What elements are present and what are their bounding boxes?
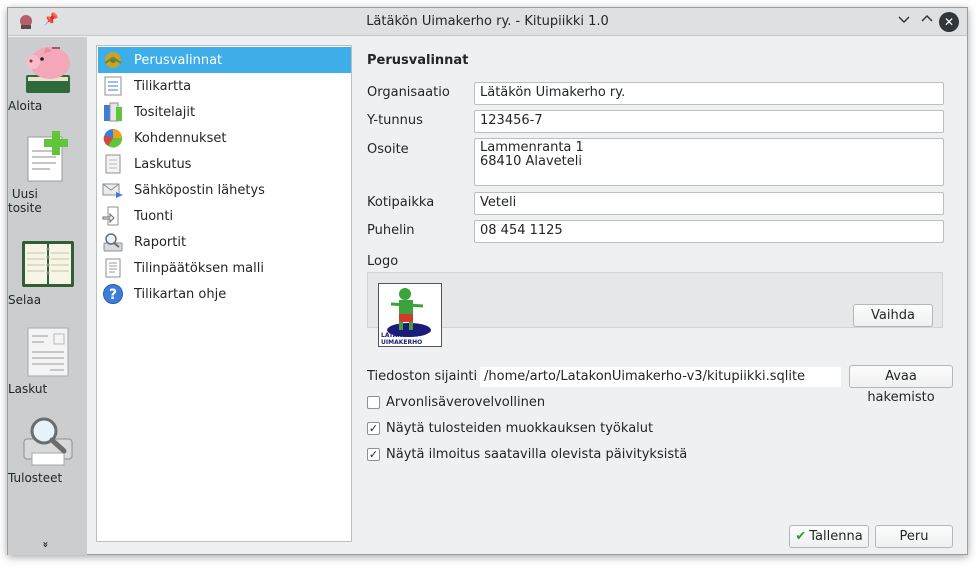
- maximize-icon[interactable]: [917, 12, 937, 32]
- nav-item-perusvalinnat[interactable]: Perusvalinnat: [98, 47, 351, 73]
- sidebar-label-selaa: Selaa: [8, 293, 42, 307]
- print-tools-checkbox-row[interactable]: ✓ Näytä tulosteiden muokkauksen työkalut: [367, 421, 653, 436]
- template-icon: [102, 257, 126, 279]
- invoice-icon: [102, 153, 126, 175]
- nav-label: Kohdennukset: [134, 130, 227, 146]
- nav-item-tilinpaatoksen-malli[interactable]: Tilinpäätöksen malli: [98, 255, 351, 281]
- phone-label: Puhelin: [367, 223, 415, 238]
- file-location-label: Tiedoston sijainti: [367, 369, 478, 384]
- nav-item-tuonti[interactable]: Tuonti: [98, 203, 351, 229]
- vat-checkbox-label: Arvonlisäverovelvollinen: [386, 395, 546, 410]
- open-folder-button[interactable]: Avaa hakemisto: [849, 365, 953, 405]
- window-title: Lätäkön Uimakerho ry. - Kitupiikki 1.0: [366, 14, 609, 29]
- city-label: Kotipaikka: [367, 195, 435, 210]
- title-bar: 📌 Lätäkön Uimakerho ry. - Kitupiikki 1.0…: [8, 8, 967, 36]
- organisation-field[interactable]: Lätäkön Uimakerho ry.: [474, 82, 944, 105]
- updates-checkbox-row[interactable]: ✓ Näytä ilmoitus saatavilla olevista päi…: [367, 447, 687, 462]
- nav-item-kohdennukset[interactable]: Kohdennukset: [98, 125, 351, 151]
- nav-item-tilikartan-ohje[interactable]: ? Tilikartan ohje: [98, 281, 351, 307]
- nav-item-tositelajit[interactable]: Tositelajit: [98, 99, 351, 125]
- city-field[interactable]: Veteli: [474, 192, 944, 215]
- address-field[interactable]: Lammenranta 1 68410 Alaveteli: [474, 138, 944, 186]
- more-chevron-icon[interactable]: »: [40, 541, 51, 547]
- help-icon: ?: [102, 283, 126, 305]
- phone-field[interactable]: 08 454 1125: [474, 220, 944, 243]
- document-types-icon: [102, 101, 126, 123]
- sidebar-label-tulosteet: Tulosteet: [8, 471, 63, 485]
- save-button[interactable]: ✔ Tallenna: [789, 525, 869, 548]
- nav-label: Tositelajit: [134, 104, 196, 120]
- vat-checkbox-row[interactable]: Arvonlisäverovelvollinen: [367, 395, 545, 410]
- sidebar-item-selaa[interactable]: Selaa: [8, 235, 87, 307]
- settings-nav-list: Perusvalinnat Tilikartta Tositelajit Koh…: [96, 45, 352, 542]
- sidebar-item-aloita[interactable]: Aloita: [8, 41, 87, 113]
- sidebar-item-tulosteet[interactable]: Tulosteet: [8, 413, 87, 485]
- logo-image: LATAKON UIMAKERHO: [378, 283, 442, 347]
- nav-item-tilikartta[interactable]: Tilikartta: [98, 73, 351, 99]
- print-tools-checkbox-label: Näytä tulosteiden muokkauksen työkalut: [386, 421, 654, 436]
- nav-item-sahkopostin-lahetys[interactable]: Sähköpostin lähetys: [98, 177, 351, 203]
- settings-panel: Perusvalinnat Organisaatio Lätäkön Uimak…: [366, 45, 956, 548]
- chart-of-accounts-icon: [102, 75, 126, 97]
- sidebar-item-laskut[interactable]: Laskut: [8, 324, 87, 396]
- printer-magnifier-icon: [20, 413, 76, 469]
- nav-label: Tilikartan ohje: [134, 286, 227, 302]
- updates-checkbox-label: Näytä ilmoitus saatavilla olevista päivi…: [386, 447, 688, 462]
- nav-label: Tuonti: [134, 208, 174, 224]
- file-location-field[interactable]: /home/arto/LatakonUimakerho-v3/kitupiikk…: [479, 366, 842, 388]
- cancel-button[interactable]: Peru: [875, 525, 953, 548]
- main-window: 📌 Lätäkön Uimakerho ry. - Kitupiikki 1.0…: [7, 7, 968, 555]
- nav-label: Tilinpäätöksen malli: [134, 260, 264, 276]
- nav-item-raportit[interactable]: Raportit: [98, 229, 351, 255]
- sidebar-label-laskut: Laskut: [8, 382, 48, 396]
- address-label: Osoite: [367, 142, 409, 157]
- nav-label: Sähköpostin lähetys: [134, 182, 265, 198]
- print-tools-checkbox[interactable]: ✓: [367, 422, 380, 435]
- page-title: Perusvalinnat: [367, 53, 469, 68]
- logo-text: LATAKON UIMAKERHO: [381, 332, 423, 346]
- change-logo-button[interactable]: Vaihda: [853, 304, 933, 327]
- nav-label: Raportit: [134, 234, 187, 250]
- nav-label: Laskutus: [134, 156, 192, 172]
- pie-chart-icon: [102, 127, 126, 149]
- email-send-icon: [102, 179, 126, 201]
- svg-text:?: ?: [109, 287, 117, 303]
- nav-item-laskutus[interactable]: Laskutus: [98, 151, 351, 177]
- import-icon: [102, 205, 126, 227]
- main-sidebar: Aloita Uusi tosite Selaa Laskut Tulostee…: [8, 37, 87, 555]
- piggy-bank-icon: [20, 41, 76, 97]
- business-id-field[interactable]: 123456-7: [474, 110, 944, 133]
- close-icon[interactable]: ✕: [939, 12, 959, 32]
- updates-checkbox[interactable]: ✓: [367, 448, 380, 461]
- new-document-icon: [20, 129, 76, 185]
- ledger-book-icon: [20, 235, 76, 291]
- sidebar-label-uusi-tosite: Uusi tosite: [8, 187, 42, 215]
- organisation-label: Organisaatio: [367, 85, 450, 100]
- business-id-label: Y-tunnus: [367, 113, 423, 128]
- sidebar-label-aloita: Aloita: [8, 99, 43, 113]
- minimize-icon[interactable]: [894, 12, 914, 32]
- nav-label: Tilikartta: [134, 78, 192, 94]
- settings-icon: [102, 49, 126, 71]
- logo-label: Logo: [367, 254, 399, 269]
- report-icon: [102, 231, 126, 253]
- checkmark-icon: ✔: [795, 529, 807, 544]
- invoice-icon: [20, 324, 76, 380]
- sidebar-item-uusi-tosite[interactable]: Uusi tosite: [8, 129, 87, 215]
- vat-checkbox[interactable]: [367, 396, 380, 409]
- save-button-label: Tallenna: [809, 529, 863, 544]
- logo-area: LATAKON UIMAKERHO Vaihda: [367, 272, 943, 347]
- nav-label: Perusvalinnat: [134, 52, 223, 68]
